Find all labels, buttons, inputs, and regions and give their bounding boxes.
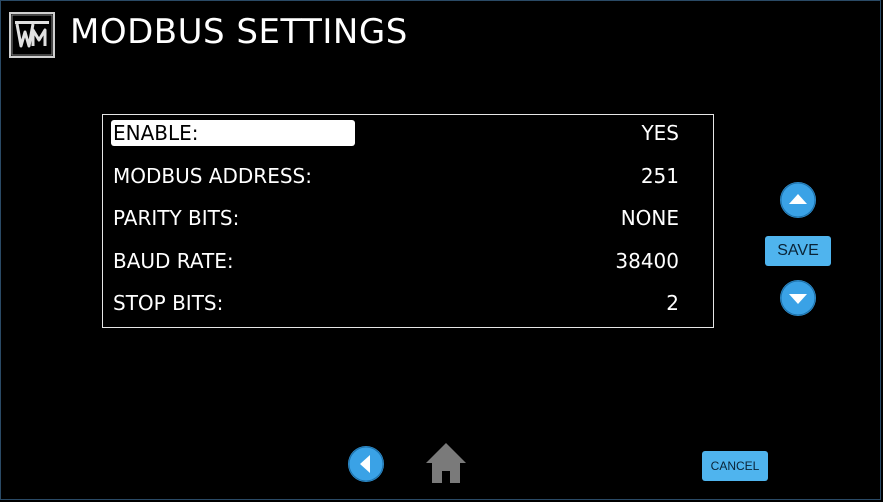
setting-label: STOP BITS: — [113, 291, 224, 315]
scroll-up-button[interactable] — [780, 182, 816, 218]
home-button[interactable] — [424, 441, 468, 485]
back-button[interactable] — [348, 446, 384, 482]
setting-row-enable[interactable]: ENABLE: YES — [109, 117, 679, 149]
setting-value: YES — [641, 121, 679, 145]
scroll-down-button[interactable] — [780, 280, 816, 316]
wm-logo-icon — [11, 14, 53, 56]
setting-row-baud-rate[interactable]: BAUD RATE: 38400 — [109, 245, 679, 277]
setting-row-stop-bits[interactable]: STOP BITS: 2 — [109, 287, 679, 319]
setting-label: BAUD RATE: — [113, 249, 234, 273]
settings-panel: ENABLE: YES MODBUS ADDRESS: 251 PARITY B… — [102, 114, 714, 328]
setting-row-parity-bits[interactable]: PARITY BITS: NONE — [109, 202, 679, 234]
setting-label: MODBUS ADDRESS: — [113, 164, 312, 188]
chevron-down-icon — [780, 280, 816, 316]
setting-value: NONE — [620, 206, 679, 230]
page-title: MODBUS SETTINGS — [70, 12, 408, 52]
logo — [9, 12, 55, 58]
arrow-left-icon — [348, 446, 384, 482]
chevron-up-icon — [780, 182, 816, 218]
save-button[interactable]: SAVE — [765, 236, 831, 266]
setting-label: PARITY BITS: — [113, 206, 240, 230]
setting-row-modbus-address[interactable]: MODBUS ADDRESS: 251 — [109, 160, 679, 192]
setting-value: 251 — [640, 164, 679, 188]
setting-value: 38400 — [615, 249, 679, 273]
home-icon — [426, 443, 466, 483]
setting-value: 2 — [666, 291, 679, 315]
cancel-button[interactable]: CANCEL — [702, 451, 768, 481]
setting-label: ENABLE: — [111, 120, 355, 146]
